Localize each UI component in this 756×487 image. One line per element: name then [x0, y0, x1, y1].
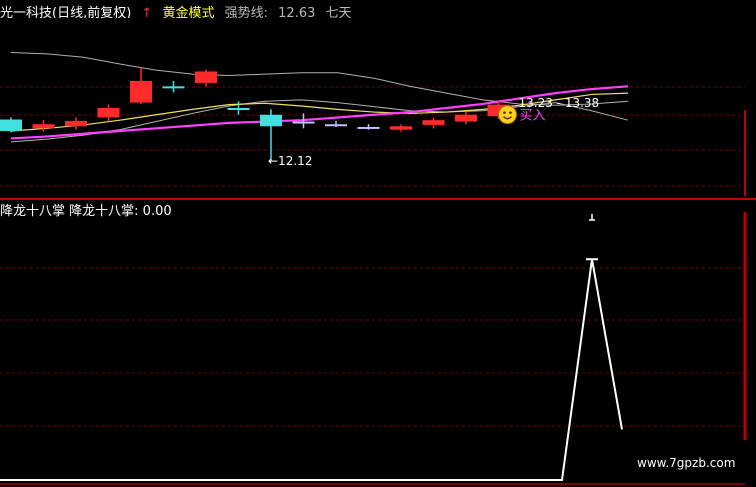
sub-indicator-value: 降龙十八掌: 0.00	[69, 204, 172, 219]
candle-body	[130, 80, 152, 103]
smiley-signal-icon	[498, 105, 517, 125]
sub-indicator-series	[0, 214, 623, 481]
strength-value: 12.63	[278, 6, 316, 18]
sub-indicator-line	[0, 259, 623, 481]
candle-body	[227, 108, 250, 110]
candlestick-series	[0, 67, 510, 161]
candle-body	[390, 126, 412, 130]
candle-body	[357, 126, 380, 129]
candle-body	[455, 114, 477, 122]
candle-body	[422, 120, 445, 125]
grid-lines	[0, 86, 756, 485]
candle-body	[32, 124, 55, 129]
buy-signal-label: 买入	[520, 109, 546, 124]
candle-body	[195, 71, 217, 83]
chart-header: 光一科技(日线,前复权) ↑ 黄金模式 强势线: 12.63 七天	[0, 2, 430, 18]
candle-body	[292, 121, 315, 124]
candle-body	[65, 120, 87, 127]
strength-label: 强势线:	[224, 6, 269, 18]
sub-panel-header: 降龙十八掌 降龙十八掌: 0.00	[0, 200, 172, 219]
candle-body	[325, 124, 347, 127]
chart-canvas: ←12.12 13.23 - 13.38 买入	[0, 51, 756, 485]
candle-body	[260, 114, 282, 127]
watermark: www.7gpzb.com	[637, 456, 736, 470]
candle-body	[97, 108, 120, 118]
security-title: 光一科技(日线,前复权)	[0, 6, 132, 18]
candle-body	[162, 86, 185, 89]
trailing-indicator-text: 七天	[325, 6, 352, 18]
low-price-label: ←12.12	[268, 154, 312, 168]
candle-body	[0, 119, 22, 132]
indicator-name: 黄金模式	[162, 6, 215, 18]
sub-indicator-name: 降龙十八掌	[0, 204, 66, 219]
arrow-up-icon: ↑	[141, 6, 153, 18]
